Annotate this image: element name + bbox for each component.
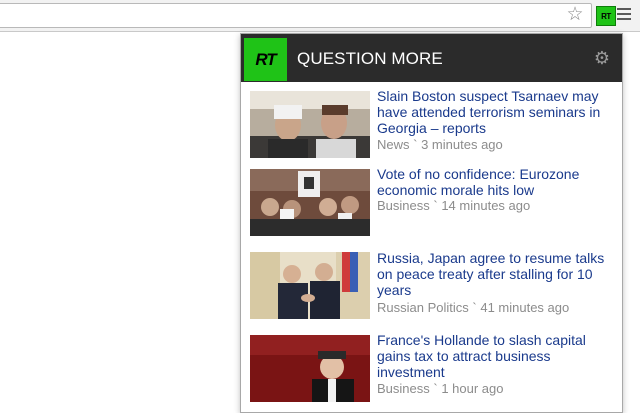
article-title[interactable]: Slain Boston suspect Tsarnaev may have a… — [377, 88, 617, 136]
article-list: Slain Boston suspect Tsarnaev may have a… — [241, 82, 622, 410]
article-time: 14 minutes ago — [441, 198, 531, 213]
article-meta: Business ` 14 minutes ago — [377, 198, 531, 213]
article-title[interactable]: Russia, Japan agree to resume talks on p… — [377, 250, 617, 298]
logo-text: RT — [255, 49, 276, 69]
article-category: Business — [377, 381, 430, 396]
article-item[interactable]: France's Hollande to slash capital gains… — [241, 328, 622, 410]
popup-header: RT QUESTION MORE ⚙ — [241, 34, 622, 82]
rt-logo[interactable]: RT — [244, 38, 287, 81]
article-thumbnail[interactable] — [250, 169, 370, 236]
article-meta: Russian Politics ` 41 minutes ago — [377, 300, 570, 315]
article-time: 1 hour ago — [441, 381, 504, 396]
article-meta: Business ` 1 hour ago — [377, 381, 504, 396]
article-thumbnail[interactable] — [250, 91, 370, 158]
article-category: Russian Politics — [377, 300, 469, 315]
browser-toolbar: ☆ RT — [0, 0, 640, 32]
article-title[interactable]: France's Hollande to slash capital gains… — [377, 332, 617, 380]
address-bar[interactable] — [0, 3, 592, 28]
article-item[interactable]: Vote of no confidence: Eurozone economic… — [241, 164, 622, 246]
extension-label: RT — [601, 11, 611, 21]
article-item[interactable]: Slain Boston suspect Tsarnaev may have a… — [241, 82, 622, 164]
article-item[interactable]: Russia, Japan agree to resume talks on p… — [241, 246, 622, 328]
gear-icon[interactable]: ⚙ — [593, 49, 611, 67]
article-time: 3 minutes ago — [421, 137, 503, 152]
article-thumbnail[interactable] — [250, 335, 370, 402]
article-meta: News ` 3 minutes ago — [377, 137, 503, 152]
article-time: 41 minutes ago — [480, 300, 570, 315]
hamburger-menu-icon[interactable] — [617, 8, 631, 22]
article-title[interactable]: Vote of no confidence: Eurozone economic… — [377, 166, 617, 198]
article-thumbnail[interactable] — [250, 252, 370, 319]
article-category: News — [377, 137, 410, 152]
article-category: Business — [377, 198, 430, 213]
rt-extension-button[interactable]: RT — [596, 6, 616, 26]
rt-popup: RT QUESTION MORE ⚙ Slain Boston suspect … — [240, 33, 623, 413]
star-icon[interactable]: ☆ — [565, 5, 585, 25]
brand-slogan: QUESTION MORE — [297, 49, 443, 68]
